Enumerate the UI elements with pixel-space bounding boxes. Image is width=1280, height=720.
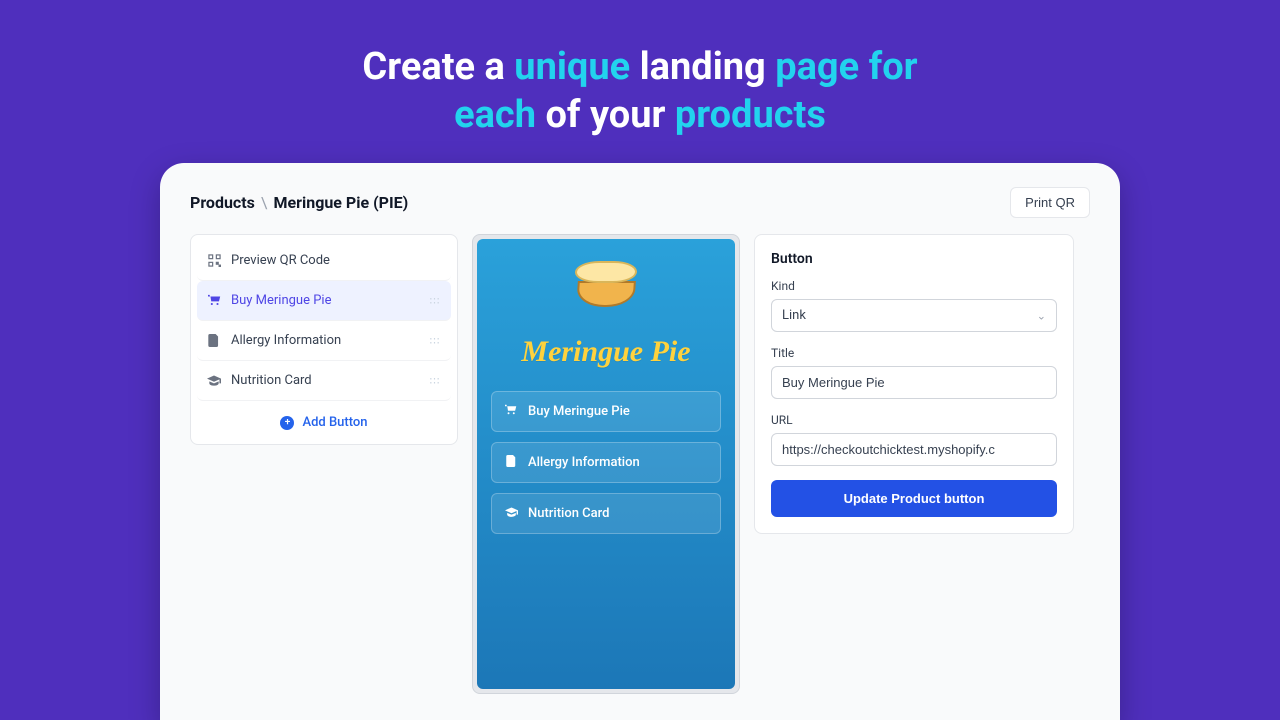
sidebar-item-nutrition[interactable]: Nutrition Card ⋯⋯ bbox=[197, 361, 451, 401]
sidebar-item-label: Buy Meringue Pie bbox=[231, 293, 331, 308]
topbar: Products \ Meringue Pie (PIE) Print QR bbox=[190, 187, 1090, 218]
preview-frame: Meringue Pie Buy Meringue Pie Allergy In… bbox=[472, 234, 740, 694]
update-product-button[interactable]: Update Product button bbox=[771, 480, 1057, 517]
product-image bbox=[569, 259, 643, 315]
sidebar-panel: Preview QR Code Buy Meringue Pie ⋯⋯ Alle… bbox=[190, 234, 458, 445]
breadcrumb-root[interactable]: Products bbox=[190, 193, 255, 212]
title-label: Title bbox=[771, 346, 1057, 360]
breadcrumb-separator: \ bbox=[261, 193, 268, 212]
hero-title: Create a unique landing page for each of… bbox=[0, 0, 1280, 153]
sidebar-item-label: Allergy Information bbox=[231, 333, 341, 348]
sidebar-item-buy[interactable]: Buy Meringue Pie ⋯⋯ bbox=[197, 281, 451, 321]
preview-button-buy[interactable]: Buy Meringue Pie bbox=[491, 391, 721, 432]
title-input[interactable] bbox=[771, 366, 1057, 399]
preview-button-nutrition[interactable]: Nutrition Card bbox=[491, 493, 721, 534]
preview-button-allergy[interactable]: Allergy Information bbox=[491, 442, 721, 483]
breadcrumb: Products \ Meringue Pie (PIE) bbox=[190, 193, 408, 212]
sidebar-item-label: Preview QR Code bbox=[231, 253, 330, 268]
preview-button-label: Buy Meringue Pie bbox=[528, 404, 630, 419]
drag-handle-icon[interactable]: ⋯⋯ bbox=[429, 337, 441, 345]
graduation-icon bbox=[504, 507, 518, 521]
print-qr-button[interactable]: Print QR bbox=[1010, 187, 1090, 218]
drag-handle-icon[interactable]: ⋯⋯ bbox=[429, 297, 441, 305]
add-button[interactable]: + Add Button bbox=[197, 401, 451, 438]
qr-icon bbox=[207, 254, 221, 268]
url-input[interactable] bbox=[771, 433, 1057, 466]
kind-label: Kind bbox=[771, 279, 1057, 293]
form-section-title: Button bbox=[771, 251, 1057, 267]
breadcrumb-current: Meringue Pie (PIE) bbox=[273, 193, 408, 212]
plus-circle-icon: + bbox=[280, 416, 294, 430]
app-window: Products \ Meringue Pie (PIE) Print QR P… bbox=[160, 163, 1120, 720]
add-button-label: Add Button bbox=[302, 415, 367, 430]
preview-button-label: Nutrition Card bbox=[528, 506, 609, 521]
cart-icon bbox=[207, 294, 221, 308]
graduation-icon bbox=[207, 374, 221, 388]
cart-icon bbox=[504, 404, 518, 419]
preview-button-label: Allergy Information bbox=[528, 455, 640, 470]
button-form-panel: Button Kind Link ⌄ Title URL Update Prod… bbox=[754, 234, 1074, 534]
kind-select[interactable]: Link ⌄ bbox=[771, 299, 1057, 332]
product-name: Meringue Pie bbox=[521, 335, 690, 369]
sidebar-item-allergy[interactable]: Allergy Information ⋯⋯ bbox=[197, 321, 451, 361]
document-icon bbox=[207, 334, 221, 348]
sidebar-item-preview-qr[interactable]: Preview QR Code bbox=[197, 241, 451, 281]
kind-select-value: Link bbox=[782, 308, 806, 323]
url-label: URL bbox=[771, 413, 1057, 427]
sidebar-item-label: Nutrition Card bbox=[231, 373, 312, 388]
landing-page-preview: Meringue Pie Buy Meringue Pie Allergy In… bbox=[477, 239, 735, 689]
document-icon bbox=[504, 455, 518, 470]
chevron-down-icon: ⌄ bbox=[1037, 309, 1046, 322]
drag-handle-icon[interactable]: ⋯⋯ bbox=[429, 377, 441, 385]
